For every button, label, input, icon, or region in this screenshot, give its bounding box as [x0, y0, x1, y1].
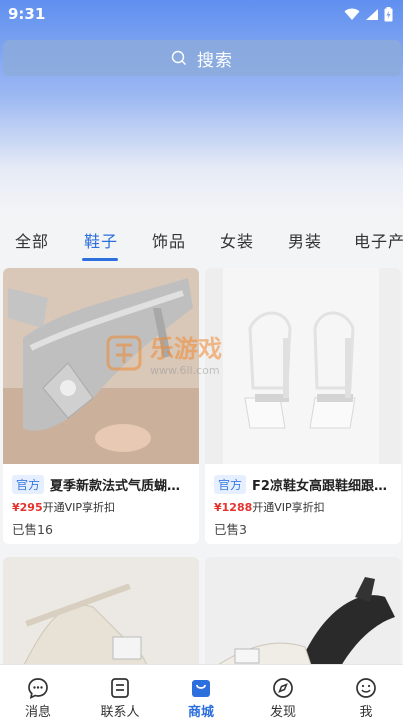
compass-icon — [273, 678, 293, 698]
product-price: ¥295 — [12, 501, 43, 514]
product-image — [205, 557, 401, 677]
status-icons — [344, 6, 393, 22]
product-card[interactable] — [3, 557, 199, 677]
product-title: F2凉鞋女高跟鞋细跟… — [252, 478, 387, 494]
tab-electronics[interactable]: 电子产 — [354, 228, 403, 252]
product-card[interactable] — [205, 557, 401, 677]
contacts-icon — [111, 678, 129, 698]
product-title-row: 官方 夏季新款法式气质蝴… — [12, 474, 193, 494]
signal-icon — [366, 8, 378, 20]
product-image — [3, 268, 199, 464]
smile-icon — [356, 678, 376, 698]
search-icon — [171, 50, 186, 65]
nav-label: 我 — [359, 705, 373, 720]
search-label: 搜索 — [197, 50, 233, 71]
product-card[interactable]: 官方 夏季新款法式气质蝴… ¥295开通VIP享折扣 已售16 — [3, 268, 199, 544]
official-badge: 官方 — [214, 474, 247, 494]
product-title: 夏季新款法式气质蝴… — [50, 478, 181, 494]
product-image — [205, 268, 401, 464]
sold-count: 已售16 — [12, 522, 53, 537]
active-tab-indicator — [82, 258, 118, 261]
nav-label: 消息 — [24, 705, 51, 720]
official-badge: 官方 — [12, 474, 45, 494]
shop-icon — [192, 680, 210, 697]
search-bar[interactable]: 搜索 — [3, 40, 401, 76]
status-bar: 9:31 — [0, 0, 403, 28]
sold-count: 已售3 — [214, 522, 247, 537]
product-card[interactable]: 官方 F2凉鞋女高跟鞋细跟… ¥1288开通VIP享折扣 已售3 — [205, 268, 401, 544]
tab-shoes[interactable]: 鞋子 — [84, 228, 118, 252]
nav-me[interactable]: 我 — [336, 665, 396, 724]
vip-discount-text: 开通VIP享折扣 — [42, 501, 116, 514]
price-row: ¥1288开通VIP享折扣 — [214, 499, 325, 515]
nav-contacts[interactable]: 联系人 — [90, 665, 150, 724]
product-price: ¥1288 — [214, 501, 253, 514]
header-background — [0, 0, 403, 212]
category-tabs: 全部 鞋子 饰品 女装 男装 电子产 — [0, 222, 403, 262]
status-time: 9:31 — [8, 5, 46, 23]
nav-label: 商城 — [187, 705, 214, 720]
wifi-icon — [344, 8, 360, 20]
nav-label: 发现 — [269, 705, 296, 720]
nav-discover[interactable]: 发现 — [253, 665, 313, 724]
nav-shop[interactable]: 商城 — [171, 665, 231, 724]
price-row: ¥295开通VIP享折扣 — [12, 499, 115, 515]
bottom-navigation: 消息 联系人 商城 发现 我 — [0, 664, 403, 724]
vip-discount-text: 开通VIP享折扣 — [252, 501, 325, 514]
message-icon — [28, 678, 48, 699]
product-title-row: 官方 F2凉鞋女高跟鞋细跟… — [214, 474, 395, 494]
tab-womens[interactable]: 女装 — [220, 228, 254, 252]
tab-mens[interactable]: 男装 — [288, 228, 322, 252]
nav-label: 联系人 — [100, 705, 140, 720]
nav-messages[interactable]: 消息 — [8, 665, 68, 724]
tab-accessories[interactable]: 饰品 — [152, 228, 186, 252]
product-image — [3, 557, 199, 677]
tab-all[interactable]: 全部 — [15, 228, 49, 252]
battery-icon — [384, 6, 393, 21]
